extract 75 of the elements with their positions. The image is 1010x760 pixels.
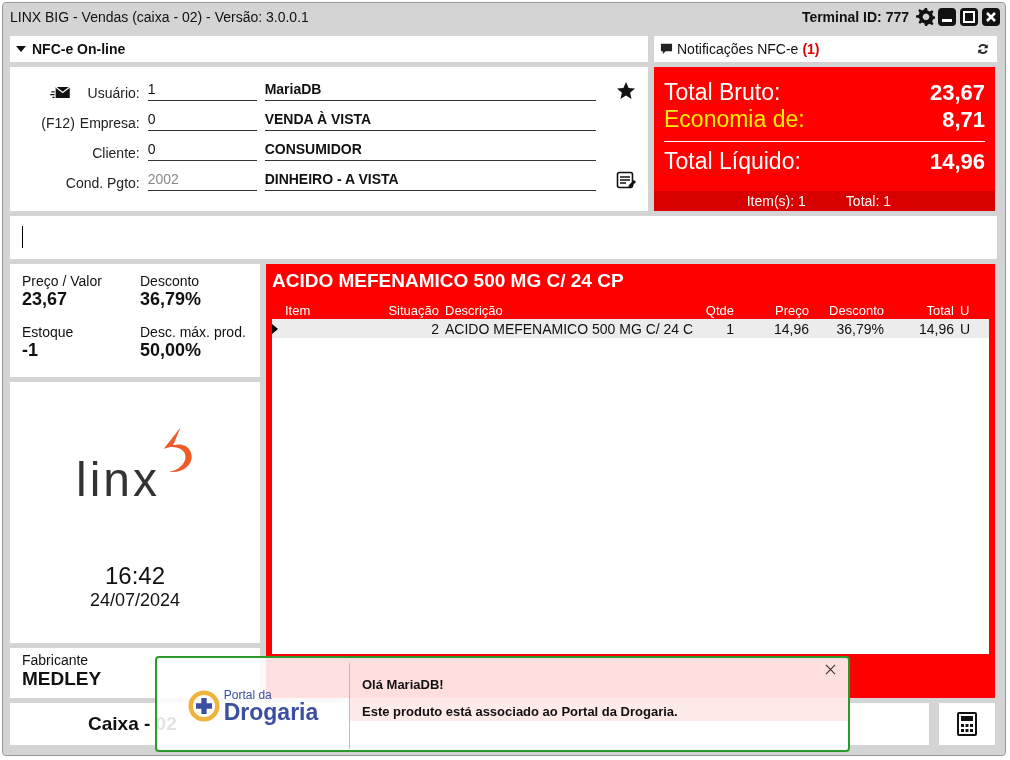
manufacturer-label: Fabricante (22, 652, 90, 669)
notes-icon[interactable] (616, 170, 636, 191)
popup-message: Este produto está associado ao Portal da Drogaria. (362, 704, 679, 719)
nfce-panel[interactable]: NFC-e On-line (10, 35, 648, 62)
info-value: -1 (22, 339, 38, 361)
caret-icon[interactable] (16, 43, 26, 54)
mail-icon[interactable] (48, 86, 71, 100)
field-label: Cliente: (92, 144, 140, 161)
manufacturer-value: MEDLEY (22, 668, 103, 691)
total-value: 14,96 (929, 148, 985, 175)
info-value: 36,79% (140, 289, 203, 311)
total-label: Economia de: (664, 105, 805, 132)
minimize-icon[interactable] (937, 6, 957, 27)
window-title: LINX BIG - Vendas (caixa - 02) - Versão: 3.0.0.1 (10, 8, 310, 25)
brand-large-text: Drogaria (223, 700, 319, 724)
total-count: Total: 1 (845, 192, 891, 209)
shortcut-key: (F12) (41, 114, 75, 131)
field-label: Cond. Pgto: (65, 174, 140, 191)
table-cell: U (960, 320, 971, 337)
code-field[interactable]: 0 (147, 110, 257, 131)
info-value: 23,67 (22, 289, 69, 311)
column-header[interactable]: Situação (372, 303, 442, 319)
notification-count: (1) (802, 40, 820, 57)
close-icon[interactable] (981, 6, 1001, 27)
info-label: Estoque (22, 323, 75, 340)
plus-cross-icon (187, 690, 220, 722)
column-header[interactable]: U (957, 303, 987, 319)
column-header[interactable]: Preço (737, 303, 812, 319)
field-label: Empresa: (79, 114, 140, 131)
column-header[interactable]: Descrição (442, 303, 697, 319)
close-icon[interactable] (825, 664, 836, 675)
product-title: ACIDO MEFENAMICO 500 MG C/ 24 CP (272, 269, 625, 294)
table-cell: ACIDO MEFENAMICO 500 MG C/ 24 C (445, 320, 694, 337)
nfce-status: NFC-e On-line (32, 40, 126, 57)
value-field[interactable]: VENDA À VISTA (264, 110, 597, 131)
info-label: Desc. máx. prod. (140, 323, 247, 340)
value-field[interactable]: MariaDB (264, 80, 597, 101)
table-cell: 14,96 (773, 320, 809, 337)
total-value: 23,67 (929, 79, 985, 106)
comment-icon (660, 42, 673, 56)
calculator-icon (957, 712, 977, 737)
code-field[interactable]: 1 (147, 80, 257, 101)
total-label: Total Líquido: (664, 147, 801, 174)
table-cell: 2 (431, 320, 439, 337)
items-count: Item(s): 1 (746, 192, 806, 209)
table-cell: 14,96 (918, 320, 954, 337)
clock-date: 24/07/2024 (89, 590, 181, 611)
info-label: Desconto (140, 273, 201, 290)
notifications-label[interactable]: Notificações NFC-e (677, 40, 799, 57)
table-row[interactable]: 2 ACIDO MEFENAMICO 500 MG C/ 24 C 1 14,96 36,79% 14,96 U (272, 319, 989, 339)
info-label: Preço / Valor (22, 273, 103, 290)
field-label: Usuário: (87, 84, 140, 101)
row-pointer-icon (272, 323, 278, 334)
popup-title: Olá MariaDB! (362, 677, 445, 692)
column-header[interactable]: Item (282, 303, 372, 319)
calculator-button[interactable] (939, 703, 995, 745)
clock-time: 16:42 (104, 562, 166, 590)
table-cell: 1 (726, 320, 734, 337)
code-field[interactable]: 0 (147, 140, 257, 161)
logo-text: linx (76, 452, 160, 507)
info-value: 50,00% (140, 339, 203, 361)
brand-small-text: Portal da (223, 688, 273, 701)
total-label: Total Bruto: (664, 78, 781, 105)
column-header[interactable]: Desconto (812, 303, 887, 319)
column-header[interactable]: Qtde (697, 303, 737, 319)
star-icon[interactable] (616, 80, 636, 101)
total-value: 8,71 (942, 106, 985, 133)
refresh-icon[interactable] (977, 42, 989, 55)
column-header[interactable]: Total (887, 303, 957, 319)
barcode-input-field[interactable] (10, 215, 997, 260)
settings-icon[interactable] (915, 6, 935, 27)
maximize-icon[interactable] (959, 6, 979, 27)
terminal-id: Terminal ID: 777 (801, 8, 909, 25)
value-field[interactable]: CONSUMIDOR (264, 140, 597, 161)
table-cell: 36,79% (836, 320, 884, 337)
